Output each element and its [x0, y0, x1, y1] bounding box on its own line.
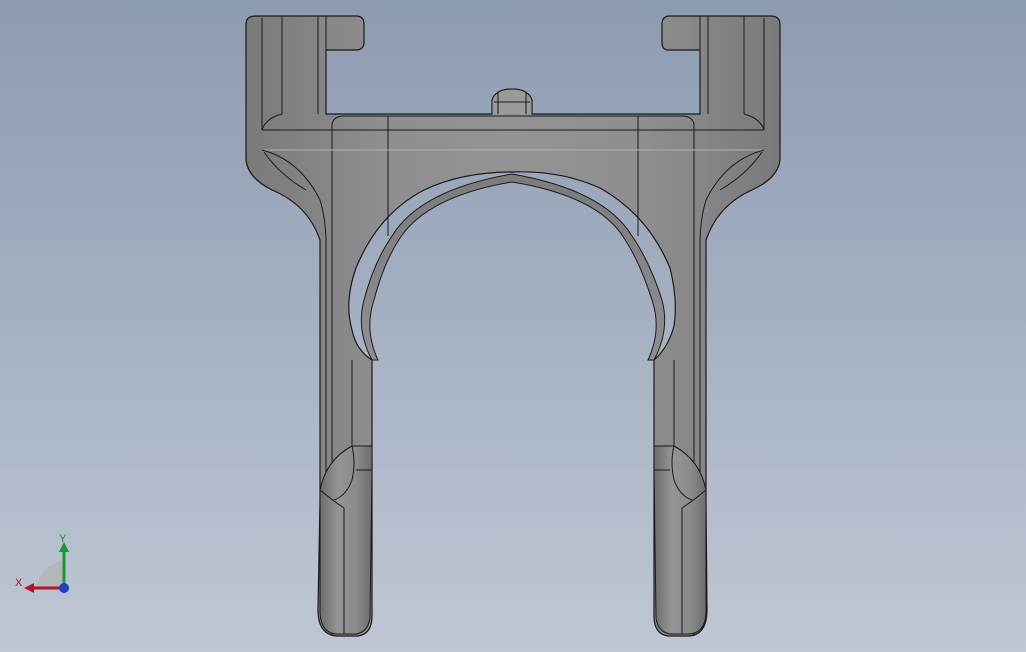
- arch-surface: [360, 173, 666, 361]
- z-axis-dot: [59, 583, 69, 593]
- axis-triad: X Y: [10, 528, 80, 598]
- y-axis-label: Y: [59, 533, 67, 545]
- x-axis-label: X: [15, 577, 23, 589]
- left-prong-edges: [319, 445, 373, 635]
- x-axis-arrow: [24, 583, 34, 593]
- right-prong-edges: [653, 445, 707, 635]
- triad-plane: [36, 560, 64, 588]
- graphics-viewport[interactable]: X Y: [0, 0, 1026, 652]
- shift-fork-model[interactable]: [0, 0, 1026, 652]
